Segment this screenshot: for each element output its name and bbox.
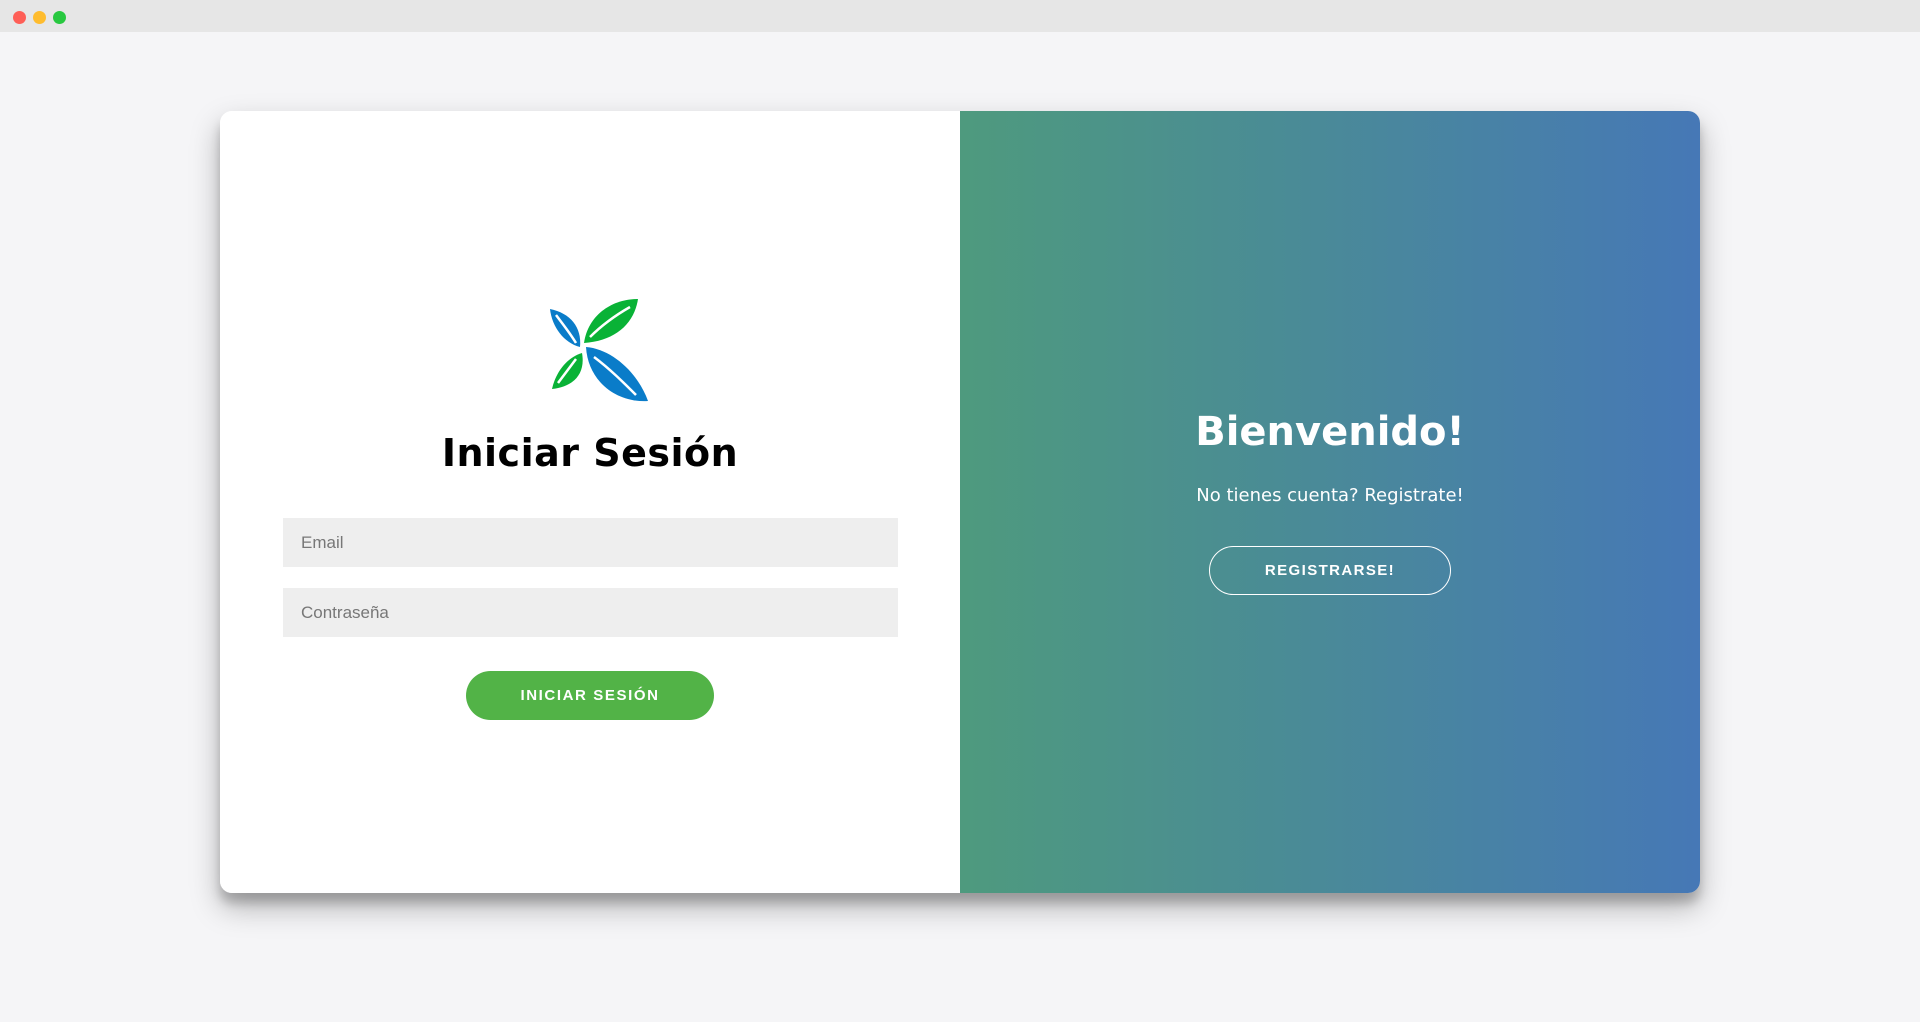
auth-card: Iniciar Sesión INICIAR SESIÓN Bienvenido… xyxy=(220,111,1700,893)
window-titlebar xyxy=(0,0,1920,32)
window-maximize-button[interactable] xyxy=(53,11,66,24)
leaf-logo-icon xyxy=(550,299,648,402)
login-panel: Iniciar Sesión INICIAR SESIÓN xyxy=(220,111,960,893)
window-minimize-button[interactable] xyxy=(33,11,46,24)
register-button[interactable]: REGISTRARSE! xyxy=(1209,546,1451,595)
login-button[interactable]: INICIAR SESIÓN xyxy=(466,671,714,720)
login-title: Iniciar Sesión xyxy=(441,431,739,475)
welcome-panel: Bienvenido! No tienes cuenta? Registrate… xyxy=(960,111,1700,893)
welcome-heading: Bienvenido! xyxy=(1195,409,1465,455)
email-input[interactable] xyxy=(283,518,898,567)
password-input[interactable] xyxy=(283,588,898,637)
window-close-button[interactable] xyxy=(13,11,26,24)
welcome-text: No tienes cuenta? Registrate! xyxy=(1196,485,1464,506)
